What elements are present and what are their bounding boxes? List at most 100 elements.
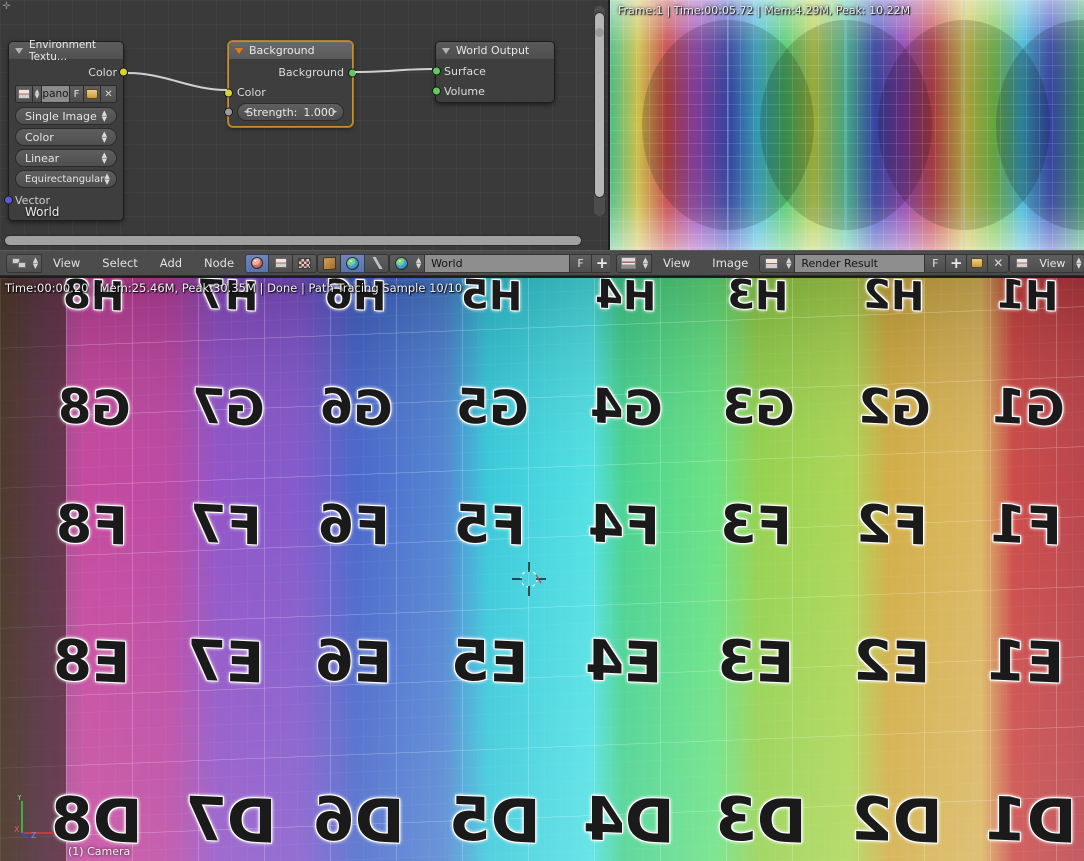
world-globe-icon[interactable]	[389, 253, 414, 273]
shader-type-button-group[interactable]	[245, 253, 318, 273]
strength-value-field[interactable]: ◂ Strength: 1.000 ▸	[237, 103, 344, 121]
decrement-arrow-icon[interactable]: ◂	[244, 107, 249, 117]
socket-volume-in[interactable]	[432, 86, 441, 96]
node-header[interactable]: Environment Textu...	[9, 39, 123, 63]
grid-cell-label: D6	[312, 784, 405, 858]
editor-type-selector[interactable]: ▲ ▼	[616, 253, 652, 273]
dropdown-source[interactable]: Single Image ▲ ▼	[15, 107, 117, 125]
dropdown-interpolation[interactable]: Linear ▲ ▼	[15, 149, 117, 167]
menu-select[interactable]: Select	[91, 250, 148, 276]
grid-cell-label: G7	[192, 378, 266, 438]
editor-type-chevrons[interactable]: ▲ ▼	[640, 253, 652, 273]
image-icon[interactable]	[1009, 253, 1034, 273]
image-view-mode-label[interactable]: View	[1033, 253, 1074, 273]
render-preview-image[interactable]	[610, 0, 1084, 250]
node-input-label: Surface	[444, 64, 486, 78]
increment-arrow-icon[interactable]: ▸	[332, 107, 337, 117]
area-corner-handle[interactable]: ✛	[2, 2, 11, 12]
texture-checker-icon[interactable]	[293, 253, 318, 273]
socket-background-out[interactable]	[348, 68, 357, 77]
socket-color-in[interactable]	[224, 88, 233, 97]
node-world-output[interactable]: World Output Surface Volume	[432, 41, 555, 103]
shader-context-button-group[interactable]	[317, 253, 390, 273]
menu-image[interactable]: Image	[701, 250, 759, 276]
node-header[interactable]: World Output	[436, 42, 554, 59]
viewport-3d[interactable]: H8 H7 H6 H5 H4 H3 H2 H1 G8 G7 G6 G5 G4 G3 G2 G1 F8 F7 F6 F5…	[0, 278, 1084, 861]
grid-cell-label: F4	[587, 494, 660, 558]
grid-cell-label: F8	[55, 494, 128, 558]
editor-type-chevrons[interactable]: ▲ ▼	[30, 253, 42, 273]
menu-add[interactable]: Add	[149, 250, 193, 276]
socket-vector-in[interactable]	[4, 195, 13, 205]
brush-icon[interactable]	[365, 253, 390, 273]
open-image-button[interactable]	[967, 253, 989, 273]
image-datablock-selector[interactable]: ▲ ▼ Render Result F + ✕	[759, 253, 1010, 273]
new-image-button[interactable]: +	[946, 253, 968, 273]
fake-user-button[interactable]: F	[925, 253, 947, 273]
grid-cell-label: H5	[461, 278, 523, 321]
image-name-field[interactable]: pano	[42, 85, 70, 103]
collapse-triangle-icon[interactable]	[235, 47, 243, 54]
unlink-image-button[interactable]: ✕	[988, 253, 1010, 273]
grid-cell-label: H4	[595, 278, 657, 321]
grid-cell-label: F3	[719, 494, 792, 558]
grid-cell-label: F7	[189, 494, 262, 558]
image-editor-icon[interactable]	[616, 253, 640, 273]
node-input-strength-row[interactable]: ◂ Strength: 1.000 ▸	[224, 102, 344, 122]
node-environment-texture[interactable]: Environment Textu... Color ▲ ▼ pano F ✕ …	[4, 39, 128, 221]
fake-user-button[interactable]: F	[70, 85, 84, 103]
cursor-3d-icon	[512, 562, 546, 596]
image-datablock-row[interactable]: ▲ ▼ pano F ✕	[15, 85, 117, 103]
image-icon[interactable]	[759, 253, 784, 273]
collapse-triangle-icon[interactable]	[15, 47, 23, 54]
fake-user-button[interactable]: F	[570, 253, 593, 273]
node-editor-vertical-scrollbar[interactable]	[594, 6, 605, 216]
node-header[interactable]: Background	[229, 42, 352, 59]
grid-cell-label: D2	[850, 784, 943, 858]
unlink-image-button[interactable]: ✕	[101, 85, 117, 103]
menu-view[interactable]: View	[652, 250, 701, 276]
svg-text:Z: Z	[31, 831, 37, 839]
image-view-mode-selector[interactable]: View ▲ ▼	[1009, 253, 1084, 273]
node-background[interactable]: Background Background Color ◂ Strength:	[224, 41, 357, 127]
dropdown-color-space[interactable]: Color ▲ ▼	[15, 128, 117, 146]
socket-surface-in[interactable]	[432, 66, 441, 76]
menu-node[interactable]: Node	[193, 250, 245, 276]
socket-strength-in[interactable]	[224, 107, 233, 117]
node-editor-horizontal-scrollbar[interactable]	[4, 235, 582, 246]
grid-cell-label: G8	[58, 378, 132, 438]
collapse-triangle-icon[interactable]	[442, 47, 450, 54]
node-input-color[interactable]: Color	[224, 83, 344, 102]
image-icon[interactable]	[15, 85, 33, 103]
node-input-volume[interactable]: Volume	[432, 81, 546, 101]
menu-view[interactable]: View	[42, 250, 91, 276]
strength-value: 1.000	[303, 105, 335, 119]
image-view-chevrons[interactable]: ▲ ▼	[1073, 253, 1084, 273]
world-globe-icon[interactable]	[341, 253, 366, 273]
image-name-field[interactable]: Render Result	[795, 253, 926, 273]
image-browse-spinner[interactable]: ▲ ▼	[33, 85, 42, 103]
svg-text:X: X	[14, 825, 20, 834]
compositing-icon[interactable]	[269, 253, 294, 273]
socket-color-out[interactable]	[119, 67, 128, 77]
image-browse-chevrons[interactable]: ▲ ▼	[783, 253, 796, 273]
open-image-button[interactable]	[84, 85, 101, 103]
world-datablock-selector[interactable]: ▲▼ World F + ✕	[389, 253, 635, 273]
dropdown-projection[interactable]: Equirectangular ▲ ▼	[15, 170, 117, 188]
strength-label: Strength:	[246, 105, 298, 119]
node-editor-header: ▲▼ View Select Add Node ▲▼ World F + ✕	[0, 250, 646, 276]
grid-cell-label: E3	[717, 628, 795, 697]
editor-type-selector[interactable]: ▲ ▼	[6, 253, 42, 273]
grid-cell-label: F2	[855, 494, 928, 558]
world-browse-chevrons[interactable]: ▲ ▼	[413, 253, 426, 273]
world-name-field[interactable]: World	[425, 253, 571, 273]
node-output-background[interactable]: Background	[237, 62, 357, 83]
material-shader-icon[interactable]	[245, 253, 270, 273]
node-editor-icon[interactable]	[6, 253, 30, 273]
chevron-updown-icon: ▲ ▼	[101, 151, 107, 165]
node-input-surface[interactable]: Surface	[432, 61, 546, 81]
node-editor-world-label: World	[25, 205, 60, 219]
node-output-color[interactable]: Color	[15, 61, 128, 83]
grid-cell-label: H1	[997, 278, 1059, 321]
object-cube-icon[interactable]	[317, 253, 342, 273]
